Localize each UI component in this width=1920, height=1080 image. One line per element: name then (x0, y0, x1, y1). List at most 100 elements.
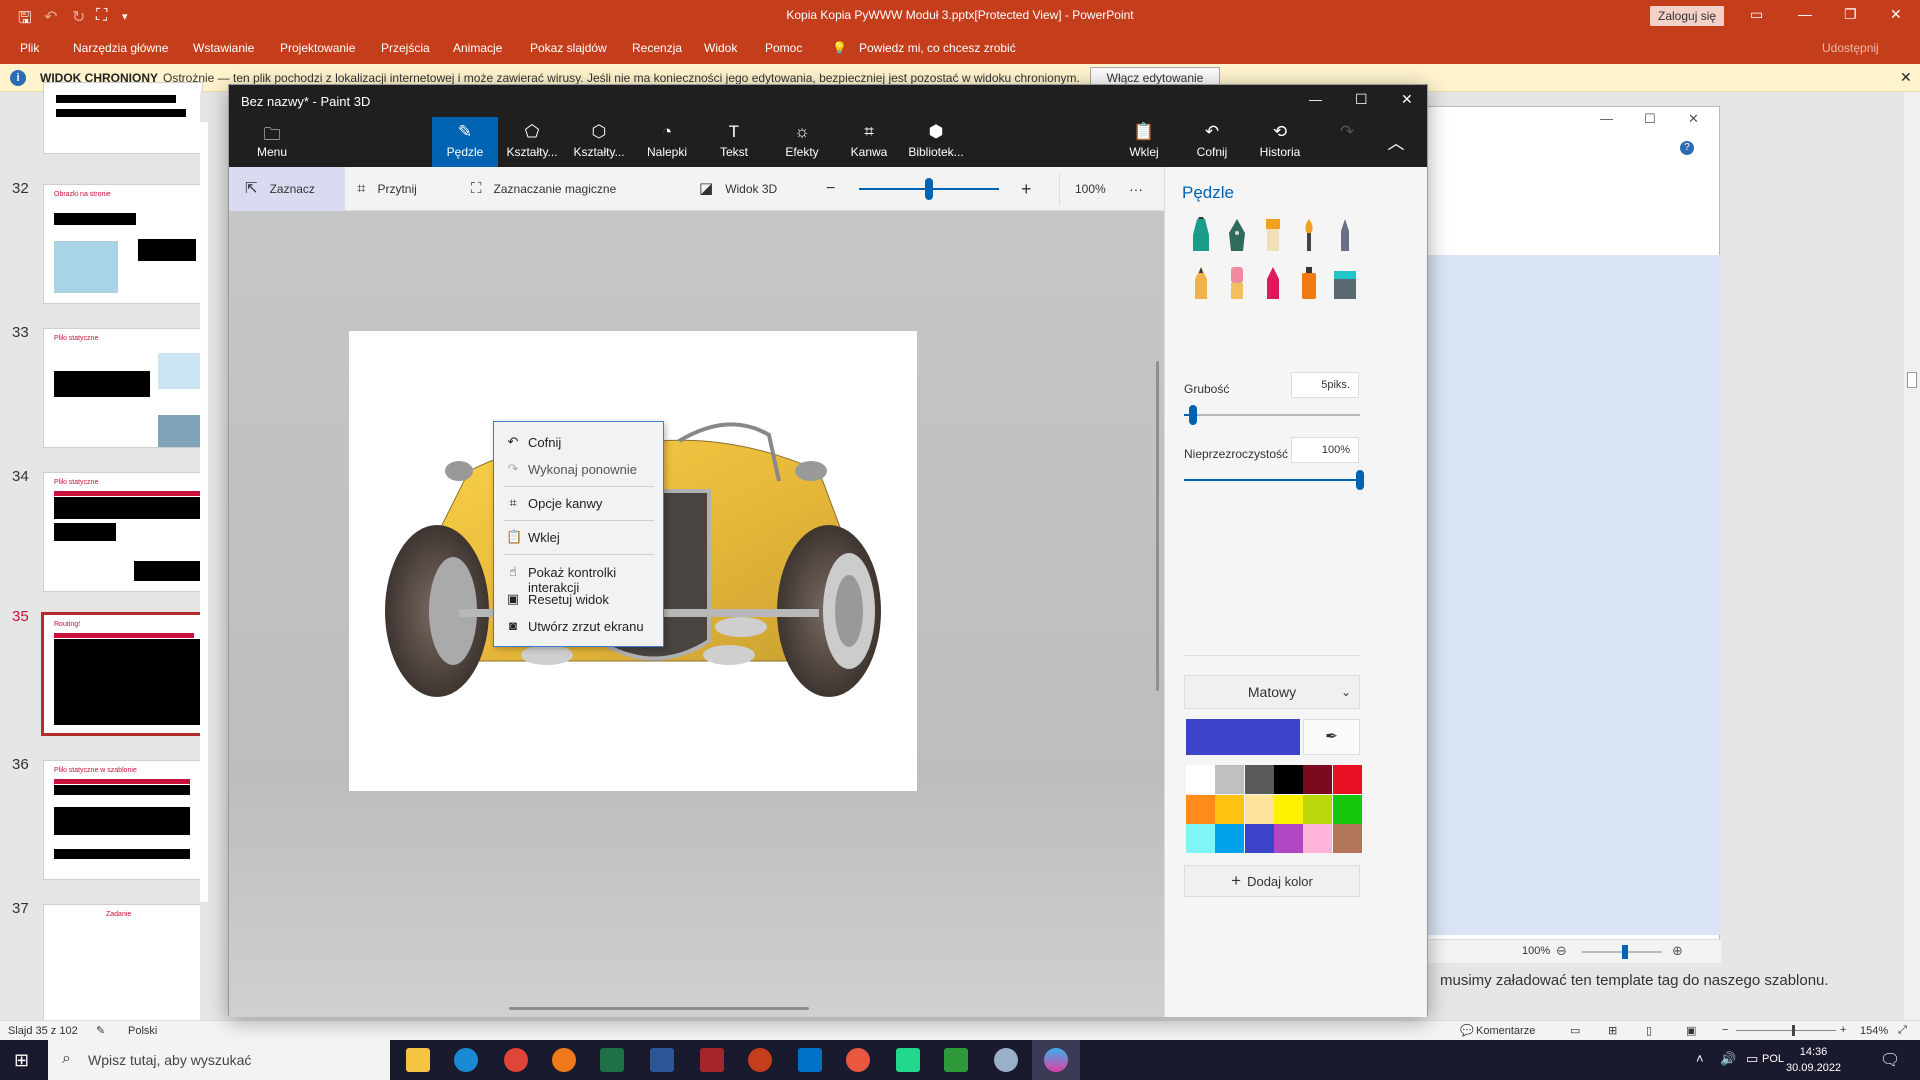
menu-item-screenshot[interactable]: ◙ Utwórz zrzut ekranu (494, 614, 665, 638)
color-swatch[interactable] (1332, 765, 1362, 794)
tab-transitions[interactable]: Przejścia (381, 41, 430, 55)
opacity-slider-thumb[interactable] (1356, 470, 1364, 490)
tab-design[interactable]: Projektowanie (280, 41, 355, 55)
spellcheck-icon[interactable]: ✎ (96, 1024, 105, 1037)
tab-view[interactable]: Widok (704, 41, 737, 55)
collapse-toolbar-button[interactable]: ︿ (1371, 117, 1421, 167)
canvas-horizontal-scrollbar[interactable] (509, 1007, 809, 1010)
menu-item-canvas-options[interactable]: ⌗ Opcje kanwy (494, 491, 665, 515)
project-icon[interactable] (944, 1048, 968, 1072)
chevron-up-icon[interactable]: ˄ (1696, 1051, 1704, 1066)
view-3d-toggle[interactable]: ◪ Widok 3D (699, 167, 777, 211)
access-icon[interactable] (700, 1048, 724, 1072)
color-swatch[interactable] (1332, 824, 1362, 853)
maps-icon[interactable] (846, 1048, 870, 1072)
tool-effects[interactable]: ☼ Efekty (769, 117, 835, 167)
tab-home[interactable]: Narzędzia główne (73, 41, 168, 55)
color-swatch[interactable] (1215, 794, 1245, 824)
network-icon[interactable]: ▭ (1746, 1051, 1758, 1067)
slide-thumbnail-selected[interactable]: Routing! (41, 612, 205, 736)
taskbar-clock[interactable]: 14:36 30.09.2022 (1786, 1044, 1841, 1076)
current-color-swatch[interactable] (1186, 719, 1300, 755)
thickness-input[interactable]: 5piks. (1291, 372, 1359, 398)
tool-3d-shapes[interactable]: ⬡ Kształty... (566, 117, 632, 167)
slideshow-from-start-icon[interactable]: ⛶ (96, 7, 107, 25)
thickness-slider-thumb[interactable] (1188, 405, 1197, 425)
undo-icon[interactable]: ↶ (44, 7, 57, 27)
zoom-slider-thumb[interactable] (925, 178, 933, 200)
oil-brush-icon[interactable] (1259, 217, 1287, 253)
ribbon-display-icon[interactable]: ▭ (1750, 6, 1763, 23)
help-icon[interactable]: ? (1680, 141, 1694, 155)
signin-button[interactable]: Zaloguj się (1650, 6, 1725, 26)
spray-can-icon[interactable] (1295, 265, 1323, 301)
reading-view-icon[interactable]: ▯ (1646, 1024, 1652, 1037)
tab-slideshow[interactable]: Pokaz slajdów (530, 41, 607, 55)
tab-insert[interactable]: Wstawianie (193, 41, 254, 55)
zoom-out-icon[interactable]: − (1722, 1024, 1728, 1036)
menu-button[interactable]: 🗀 Menu (239, 117, 305, 167)
volume-icon[interactable]: 🔊 (1720, 1051, 1736, 1067)
magic-select-button[interactable]: ⛶ Zaznaczanie magiczne (471, 167, 616, 211)
paste-button[interactable]: 📋 Wklej (1111, 117, 1177, 167)
taskbar-search[interactable]: ⌕ Wpisz tutaj, aby wyszukać (48, 1040, 390, 1080)
eyedropper-button[interactable]: ✒ (1303, 719, 1360, 755)
select-button[interactable]: ⇱ Zaznacz (229, 167, 345, 211)
minimize-icon[interactable]: — (1309, 92, 1322, 107)
zoom-percent[interactable]: 100% (1075, 167, 1106, 211)
color-swatch[interactable] (1303, 765, 1333, 794)
pencil-icon[interactable] (1187, 265, 1215, 301)
color-swatch[interactable] (1244, 794, 1274, 824)
zoom-out-icon[interactable]: ⊖ (1556, 943, 1567, 959)
add-color-button[interactable]: + Dodaj kolor (1184, 865, 1360, 897)
opacity-input[interactable]: 100% (1291, 437, 1359, 463)
share-button[interactable]: Udostępnij (1822, 41, 1879, 55)
python-icon[interactable] (994, 1048, 1018, 1072)
close-icon[interactable]: ✕ (1688, 111, 1699, 127)
tab-file[interactable]: Plik (20, 41, 39, 55)
canvas-workspace[interactable]: ↶ Cofnij ↷ Wykonaj ponownie ⌗ Opcje kanw… (229, 211, 1164, 1017)
color-swatch[interactable] (1244, 765, 1274, 794)
color-swatch[interactable] (1273, 765, 1303, 794)
firefox-icon[interactable] (552, 1048, 576, 1072)
sorter-view-icon[interactable]: ⊞ (1608, 1024, 1617, 1037)
edge-icon[interactable] (454, 1048, 478, 1072)
menu-item-paste[interactable]: 📋 Wklej (494, 525, 665, 549)
zoom-level[interactable]: 154% (1860, 1025, 1888, 1037)
color-swatch[interactable] (1303, 824, 1333, 853)
customize-qat-icon[interactable]: ▾ (122, 10, 128, 23)
slide-thumbnail[interactable]: Obrazki na stronie (43, 184, 203, 304)
tool-2d-shapes[interactable]: ⬠ Kształty... (499, 117, 565, 167)
save-icon[interactable]: 🖫 (18, 7, 32, 34)
color-swatch[interactable] (1186, 765, 1215, 794)
tool-canvas[interactable]: ⌗ Kanwa (836, 117, 902, 167)
marker-brush-icon[interactable] (1187, 217, 1215, 253)
tool-text[interactable]: T Tekst (701, 117, 767, 167)
zoom-in-button[interactable]: + (1021, 167, 1032, 211)
paint3d-taskbar-active[interactable] (1032, 1040, 1080, 1080)
input-language[interactable]: POL (1762, 1053, 1784, 1065)
zoom-out-button[interactable]: − (826, 167, 835, 211)
color-swatch[interactable] (1186, 794, 1215, 824)
minimize-icon[interactable]: — (1600, 111, 1613, 126)
thickness-slider[interactable] (1184, 414, 1360, 416)
tool-stickers[interactable]: ◔ Nalepki (634, 117, 700, 167)
menu-item-redo[interactable]: ↷ Wykonaj ponownie (494, 457, 665, 481)
crayon-icon[interactable] (1259, 265, 1287, 301)
eraser-icon[interactable] (1223, 265, 1251, 301)
file-explorer-icon[interactable] (406, 1048, 430, 1072)
crop-button[interactable]: ⌗ Przytnij (357, 167, 417, 211)
word-icon[interactable] (650, 1048, 674, 1072)
color-swatch[interactable] (1273, 824, 1303, 853)
color-swatch[interactable] (1215, 824, 1245, 853)
restore-icon[interactable]: ☐ (1644, 111, 1656, 127)
maximize-icon[interactable]: ☐ (1355, 91, 1368, 108)
fit-slide-icon[interactable]: ⤢ (1898, 1024, 1907, 1037)
color-swatch[interactable] (1244, 824, 1274, 853)
finish-dropdown[interactable]: Matowy ⌄ (1184, 675, 1360, 709)
windows-start-icon[interactable]: ⊞ (14, 1050, 29, 1071)
minimize-icon[interactable]: — (1798, 6, 1812, 22)
color-swatch[interactable] (1273, 794, 1303, 824)
pycharm-icon[interactable] (896, 1048, 920, 1072)
watercolor-brush-icon[interactable] (1295, 217, 1323, 253)
